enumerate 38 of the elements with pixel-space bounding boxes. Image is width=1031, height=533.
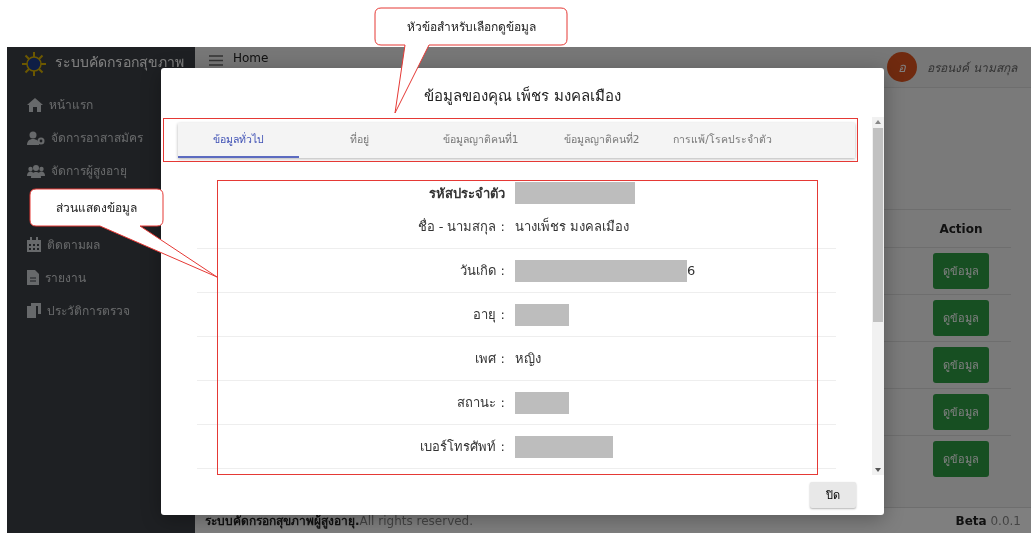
- field-label: เบอร์โทรศัพท์ :: [419, 438, 505, 456]
- view-button[interactable]: ดูข้อมูล: [933, 347, 989, 383]
- page-title: Home: [233, 51, 269, 65]
- calendar-icon: [27, 237, 41, 252]
- callout-text: หัวข้อสำหรับเลือกดูข้อมูล: [405, 19, 537, 37]
- tab[interactable]: ที่อยู่: [299, 123, 420, 158]
- users-icon: [27, 163, 45, 178]
- user-gear-icon: [27, 130, 45, 145]
- view-button[interactable]: ดูข้อมูล: [933, 394, 989, 430]
- menu-icon[interactable]: [209, 55, 223, 66]
- close-button[interactable]: ปิด: [810, 482, 856, 508]
- tab[interactable]: ข้อมูลทั่วไป: [178, 123, 299, 158]
- view-button[interactable]: ดูข้อมูล: [933, 441, 989, 477]
- tab[interactable]: ข้อมูลญาติคนที่2: [541, 123, 662, 158]
- version-text: Beta 0.0.1: [955, 513, 1021, 528]
- copy-icon: [27, 303, 41, 318]
- field-value: นางเพ็ชร มงคลเมือง: [515, 216, 630, 236]
- field-value: 6: [687, 263, 696, 278]
- logo-icon: [21, 51, 47, 77]
- view-button[interactable]: ดูข้อมูล: [933, 253, 989, 289]
- tab[interactable]: การแพ้/โรคประจำตัว: [662, 123, 783, 158]
- column-header: Action: [938, 221, 984, 236]
- home-icon: [27, 97, 43, 112]
- field-label: อายุ :: [472, 306, 505, 325]
- document-icon: [27, 270, 39, 285]
- field-value: หญิง: [515, 350, 541, 368]
- callout-text: ส่วนแสดงข้อมูล: [55, 200, 138, 218]
- modal-title: ข้อมูลของคุณ เพ็ชร มงคลเมือง: [423, 85, 622, 108]
- field-label: รหัสประจำตัว: [428, 185, 505, 203]
- field-label: สถานะ :: [456, 394, 505, 412]
- field-label: เพศ :: [474, 350, 505, 368]
- app-brand: ระบบคัดกรอกสุขภาพ: [55, 53, 184, 73]
- user-avatar[interactable]: อ: [887, 52, 918, 82]
- user-name: อรอนงค์ นามสกุล: [927, 59, 1017, 77]
- view-button[interactable]: ดูข้อมูล: [933, 300, 989, 336]
- tab[interactable]: ข้อมูลญาติคนที่1: [420, 123, 541, 158]
- field-label: วันเกิด :: [459, 262, 505, 280]
- field-label: ชื่อ - นามสกุล :: [416, 217, 505, 237]
